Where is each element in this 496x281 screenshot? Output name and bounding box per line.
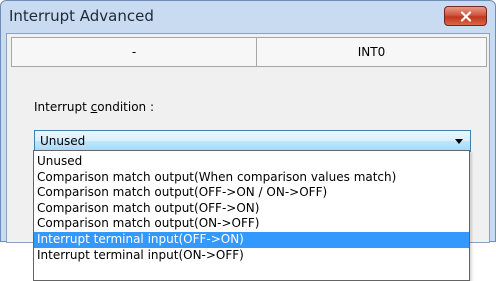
header-grid: - INT0	[11, 37, 487, 67]
list-item[interactable]: Interrupt terminal input(ON->OFF)	[34, 248, 469, 264]
list-item[interactable]: Comparison match output(OFF->ON / ON->OF…	[34, 185, 469, 201]
combobox-value: Unused	[40, 134, 86, 148]
title-bar[interactable]: Interrupt Advanced	[1, 1, 495, 33]
interrupt-condition-label: Interrupt condition :	[34, 100, 154, 114]
window-title: Interrupt Advanced	[9, 7, 154, 25]
close-button[interactable]	[444, 6, 487, 26]
list-item[interactable]: Unused	[34, 154, 469, 170]
close-icon	[460, 10, 471, 22]
list-item-selected[interactable]: Interrupt terminal input(OFF->ON)	[34, 231, 469, 248]
interrupt-condition-combobox[interactable]: Unused	[34, 130, 471, 152]
list-item[interactable]: Comparison match output(When comparison …	[34, 170, 469, 186]
list-item[interactable]: Comparison match output(ON->OFF)	[34, 216, 469, 232]
condition-dropdown-list[interactable]: Unused Comparison match output(When comp…	[33, 150, 470, 281]
chevron-down-icon[interactable]	[455, 139, 463, 144]
header-cell-int0: INT0	[357, 45, 386, 59]
header-cell-dash: -	[12, 38, 257, 66]
list-item[interactable]: Comparison match output(OFF->ON)	[34, 201, 469, 217]
